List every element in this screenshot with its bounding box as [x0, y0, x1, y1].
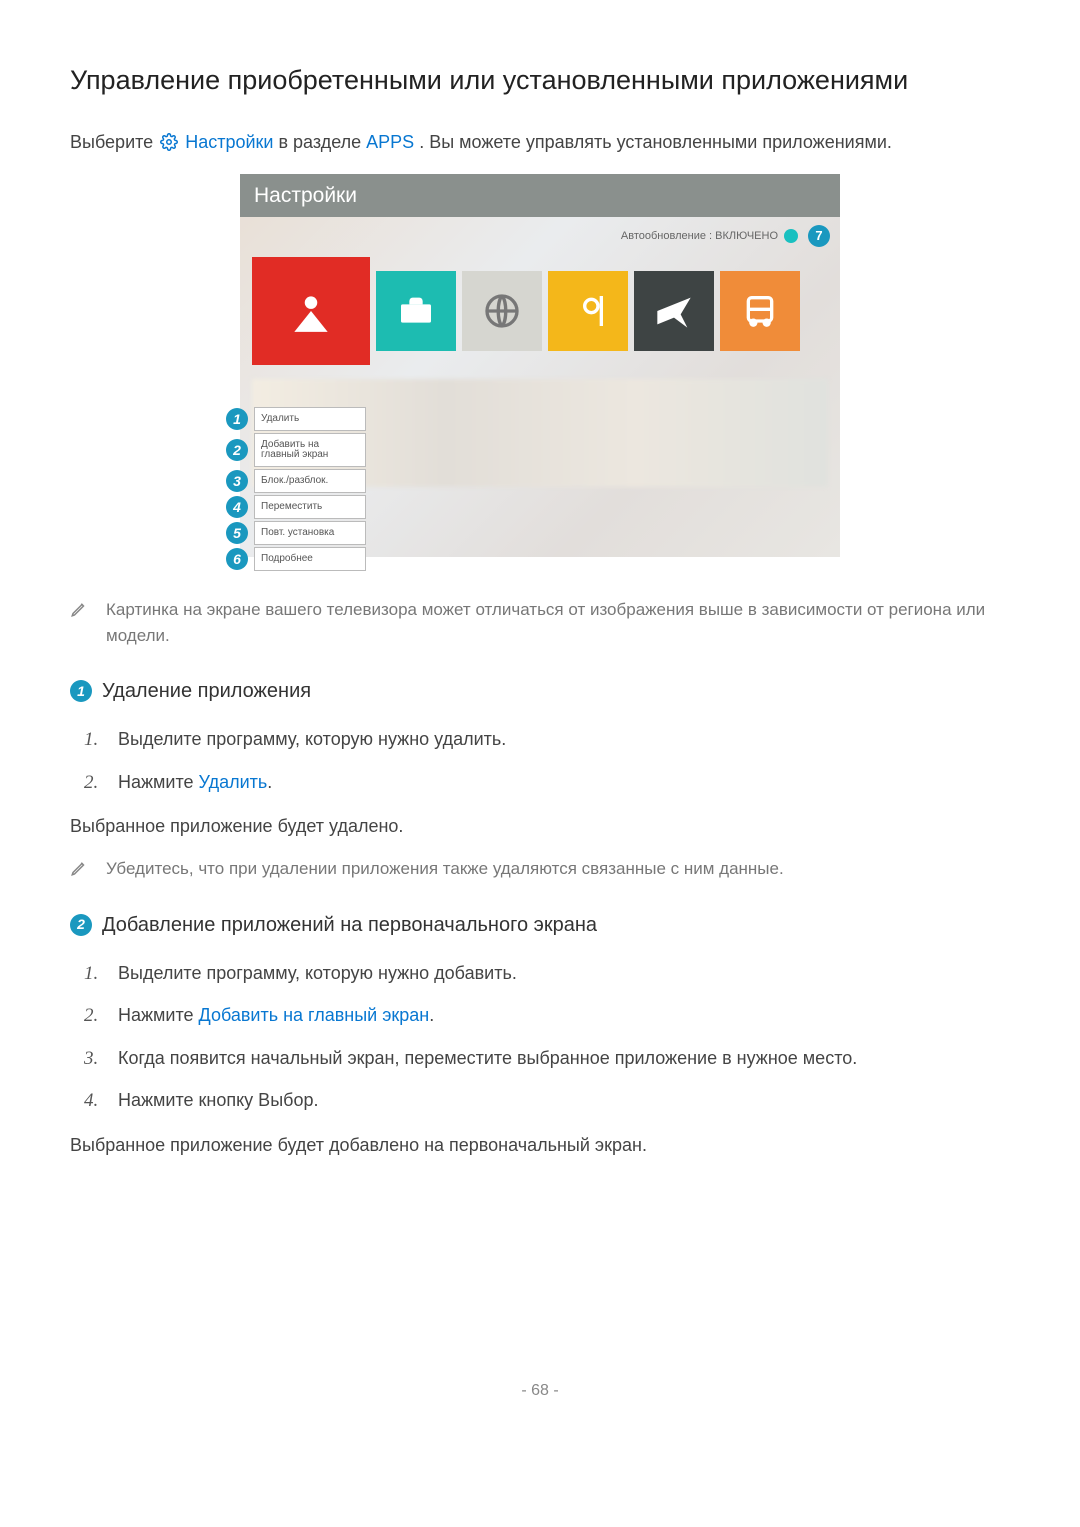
context-menu-item[interactable]: Удалить [254, 407, 366, 431]
section-1-heading: 1 Удаление приложения [70, 676, 1010, 706]
app-tile-briefcase[interactable] [376, 271, 456, 351]
add-home-link[interactable]: Добавить на главный экран [199, 1005, 430, 1025]
app-tile-plane[interactable] [634, 271, 714, 351]
intro-mid: в разделе [278, 132, 366, 152]
step-number: 2. [84, 1002, 100, 1031]
step-number: 4. [84, 1087, 100, 1116]
step-item: 2. Нажмите Добавить на главный экран. [84, 1002, 1010, 1031]
step-text: Выделите программу, которую нужно добави… [118, 960, 517, 989]
callout-badge: 4 [226, 496, 248, 518]
step-prefix: Нажмите [118, 1005, 199, 1025]
context-menu-row: 3 Блок./разблок. [226, 469, 366, 493]
app-tile-maps[interactable] [252, 257, 370, 365]
callout-badge: 2 [226, 439, 248, 461]
auto-update-label: Автообновление : ВКЛЮЧЕНО [621, 228, 778, 245]
app-tile-bus[interactable] [720, 271, 800, 351]
app-tile-globe[interactable] [462, 271, 542, 351]
step-number: 1. [84, 960, 100, 989]
pencil-icon [70, 859, 88, 877]
callout-badge: 5 [226, 522, 248, 544]
note-text: Картинка на экране вашего телевизора мож… [106, 597, 1010, 648]
context-menu-item[interactable]: Добавить на главный экран [254, 433, 366, 467]
callout-badge: 1 [226, 408, 248, 430]
section-1-title: Удаление приложения [102, 676, 311, 706]
context-menu-item[interactable]: Повт. установка [254, 521, 366, 545]
callout-badge: 3 [226, 470, 248, 492]
step-text: Выделите программу, которую нужно удалит… [118, 726, 506, 755]
tv-body: Автообновление : ВКЛЮЧЕНО 7 [240, 217, 840, 557]
step-number: 1. [84, 726, 100, 755]
gear-icon [160, 132, 178, 150]
context-menu-item[interactable]: Переместить [254, 495, 366, 519]
context-menu: 1 Удалить 2 Добавить на главный экран 3 Блок.… [226, 407, 366, 573]
section-1-result: Выбранное приложение будет удалено. [70, 813, 1010, 840]
step-item: 3. Когда появится начальный экран, перем… [84, 1045, 1010, 1074]
step-item: 2. Нажмите Удалить. [84, 769, 1010, 798]
auto-update-row: Автообновление : ВКЛЮЧЕНО 7 [621, 225, 830, 247]
section-2-title: Добавление приложений на первоначального… [102, 910, 597, 940]
callout-badge-7: 7 [808, 225, 830, 247]
intro-suffix: . Вы можете управлять установленными при… [419, 132, 892, 152]
context-menu-row: 1 Удалить [226, 407, 366, 431]
auto-update-toggle-icon[interactable] [784, 229, 798, 243]
step-number: 2. [84, 769, 100, 798]
tv-header: Настройки [240, 174, 840, 218]
intro-prefix: Выберите [70, 132, 158, 152]
apps-link[interactable]: APPS [366, 132, 414, 152]
context-menu-row: 4 Переместить [226, 495, 366, 519]
note-text: Убедитесь, что при удалении приложения т… [106, 856, 784, 882]
context-menu-item[interactable]: Блок./разблок. [254, 469, 366, 493]
note-region-disclaimer: Картинка на экране вашего телевизора мож… [70, 597, 1010, 648]
context-menu-row: 2 Добавить на главный экран [226, 433, 366, 467]
step-text: Нажмите Удалить. [118, 769, 272, 798]
tv-screenshot: Настройки Автообновление : ВКЛЮЧЕНО 7 [240, 174, 840, 558]
step-text: Нажмите кнопку Выбор. [118, 1087, 318, 1116]
callout-badge: 6 [226, 548, 248, 570]
pencil-icon [70, 600, 88, 618]
step-item: 1. Выделите программу, которую нужно уда… [84, 726, 1010, 755]
section-2-result: Выбранное приложение будет добавлено на … [70, 1132, 1010, 1159]
delete-link[interactable]: Удалить [199, 772, 268, 792]
section-1-note: Убедитесь, что при удалении приложения т… [70, 856, 1010, 882]
app-tile-food[interactable] [548, 271, 628, 351]
intro-text: Выберите Настройки в разделе APPS . Вы м… [70, 129, 1010, 156]
page-title: Управление приобретенными или установлен… [70, 60, 1010, 101]
step-number: 3. [84, 1045, 100, 1074]
section-2-heading: 2 Добавление приложений на первоначально… [70, 910, 1010, 940]
step-item: 4. Нажмите кнопку Выбор. [84, 1087, 1010, 1116]
settings-link[interactable]: Настройки [185, 132, 273, 152]
step-prefix: Нажмите [118, 772, 199, 792]
step-item: 1. Выделите программу, которую нужно доб… [84, 960, 1010, 989]
page-number: - 68 - [70, 1379, 1010, 1403]
section-2-steps: 1. Выделите программу, которую нужно доб… [70, 960, 1010, 1116]
step-text: Нажмите Добавить на главный экран. [118, 1002, 434, 1031]
context-menu-row: 6 Подробнее [226, 547, 366, 571]
step-text: Когда появится начальный экран, перемест… [118, 1045, 857, 1074]
step-suffix: . [267, 772, 272, 792]
section-1-steps: 1. Выделите программу, которую нужно уда… [70, 726, 1010, 797]
step-suffix: . [429, 1005, 434, 1025]
context-menu-item[interactable]: Подробнее [254, 547, 366, 571]
section-1-badge: 1 [70, 680, 92, 702]
context-menu-row: 5 Повт. установка [226, 521, 366, 545]
section-2-badge: 2 [70, 914, 92, 936]
